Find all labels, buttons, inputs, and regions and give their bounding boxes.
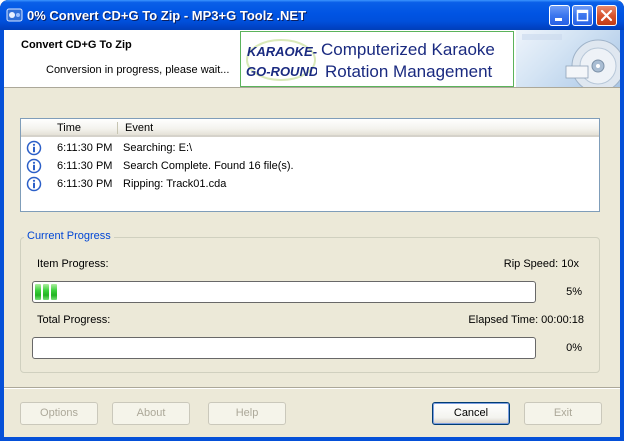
progress-segment [51,284,57,300]
window-title: 0% Convert CD+G To Zip - MP3+G Toolz .NE… [27,8,307,23]
item-progress-label: Item Progress: [37,258,109,270]
log-row[interactable]: 6:11:30 PM Searching: E:\ [21,139,599,157]
wizard-header: Convert CD+G To Zip Conversion in progre… [4,30,620,88]
column-divider[interactable] [117,122,118,134]
window-border-right [620,30,624,441]
close-button[interactable] [596,5,617,26]
app-icon [6,8,23,22]
header-art [516,30,620,87]
log-time: 6:11:30 PM [57,160,113,172]
about-button[interactable]: About [112,402,190,425]
info-icon [26,158,42,174]
progress-segment [43,284,49,300]
exit-button[interactable]: Exit [524,402,602,425]
log-event: Searching: E:\ [123,142,193,154]
event-log-header: Time Event [21,119,599,137]
sponsor-banner[interactable]: KARAOKE- GO-ROUND Computerized Karaoke R… [240,31,514,87]
banner-line2: Rotation Management [325,62,493,81]
info-icon [26,140,42,156]
cancel-button[interactable]: Cancel [432,402,510,425]
header-title: Convert CD+G To Zip [21,39,132,51]
cd-disc-icon [522,34,620,87]
log-time: 6:11:30 PM [57,178,113,190]
close-icon [600,9,613,22]
options-button[interactable]: Options [20,402,98,425]
item-progress-percent: 5% [566,286,582,298]
column-header-time[interactable]: Time [57,122,81,134]
current-progress-label: Current Progress [24,230,114,242]
karaoke-go-round-logo: KARAOKE- GO-ROUND [246,39,317,81]
elapsed-time-label: Elapsed Time: 00:00:18 [468,314,584,326]
log-row[interactable]: 6:11:30 PM Ripping: Track01.cda [21,175,599,193]
button-separator-highlight [4,388,620,389]
item-progress-fill [35,284,57,300]
log-event: Search Complete. Found 16 file(s). [123,160,294,172]
column-header-event[interactable]: Event [125,122,153,134]
progress-segment [35,284,41,300]
info-icon [26,176,42,192]
event-log-list[interactable]: Time Event 6:11:30 PM Searching: E:\ 6:1… [20,118,600,212]
app-window: 0% Convert CD+G To Zip - MP3+G Toolz .NE… [0,0,624,441]
log-row[interactable]: 6:11:30 PM Search Complete. Found 16 fil… [21,157,599,175]
title-bar[interactable]: 0% Convert CD+G To Zip - MP3+G Toolz .NE… [0,0,624,30]
log-time: 6:11:30 PM [57,142,113,154]
maximize-button[interactable] [572,5,593,26]
total-progress-percent: 0% [566,342,582,354]
banner-line1: Computerized Karaoke [321,40,495,59]
header-subtitle: Conversion in progress, please wait... [46,64,230,76]
maximize-icon [576,9,589,22]
minimize-icon [555,18,562,21]
total-progress-label: Total Progress: [37,314,111,326]
logo-text-line2: GO-ROUND [246,64,317,79]
total-progress-bar [32,337,536,359]
item-progress-bar [32,281,536,303]
window-border-bottom [0,437,624,441]
minimize-button[interactable] [549,5,570,26]
logo-text-line1: KARAOKE- [247,44,317,59]
help-button[interactable]: Help [208,402,286,425]
rip-speed-label: Rip Speed: 10x [503,258,579,270]
log-event: Ripping: Track01.cda [123,178,227,190]
dialog-body: Convert CD+G To Zip Conversion in progre… [4,30,620,437]
